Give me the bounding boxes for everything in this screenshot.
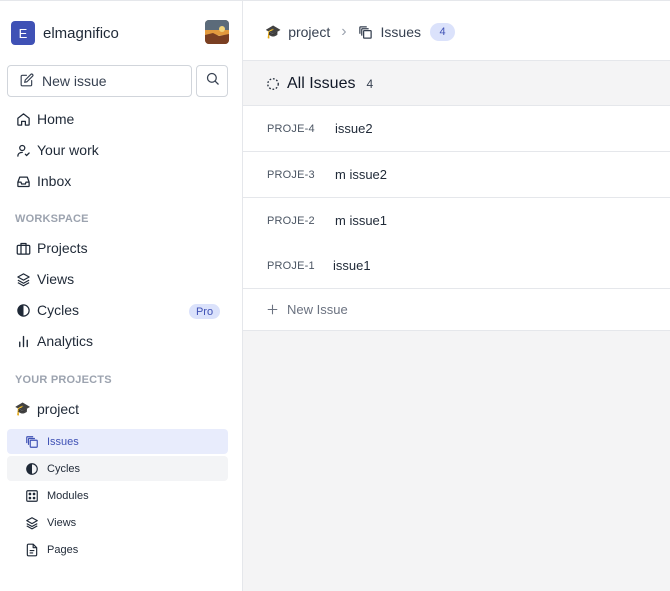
breadcrumb: 🎓 project › Issues 4 <box>265 23 456 41</box>
table-row[interactable]: PROJE-4 issue2 <box>243 106 670 152</box>
nav-projects[interactable]: Projects <box>8 235 228 261</box>
projects-section-label: YOUR PROJECTS <box>15 374 112 386</box>
add-issue-label: New Issue <box>287 302 348 317</box>
nav-your-work-label: Your work <box>37 142 99 158</box>
nav-home-label: Home <box>37 111 75 127</box>
home-icon <box>15 111 31 127</box>
workspace-switcher[interactable]: E elmagnifico <box>11 20 229 46</box>
issue-list-count: 4 <box>366 76 374 91</box>
issue-title: issue2 <box>335 121 373 136</box>
briefcase-icon <box>15 240 31 256</box>
project-name: project <box>37 401 80 417</box>
project-cycles-link[interactable]: Cycles <box>7 456 228 481</box>
table-row[interactable]: PROJE-1 issue1 <box>243 243 670 289</box>
layers-icon <box>25 516 39 530</box>
contrast-icon <box>15 302 31 318</box>
search-button[interactable] <box>196 65 228 97</box>
top-header: 🎓 project › Issues 4 <box>243 1 670 61</box>
nav-inbox-label: Inbox <box>37 173 72 189</box>
plus-icon <box>266 303 279 316</box>
issue-id: PROJE-4 <box>267 122 315 135</box>
issue-title: m issue2 <box>335 167 388 182</box>
project-views-label: Views <box>47 516 77 529</box>
project-pages-label: Pages <box>47 543 79 556</box>
table-row[interactable]: PROJE-2 m issue1 <box>243 198 670 244</box>
nav-analytics[interactable]: Analytics <box>8 328 228 354</box>
nav-inbox[interactable]: Inbox <box>8 168 228 194</box>
breadcrumb-separator: › <box>341 23 347 40</box>
file-text-icon <box>25 543 39 557</box>
bar-chart-icon <box>15 333 31 349</box>
project-pages-link[interactable]: Pages <box>7 537 228 562</box>
new-issue-label: New issue <box>42 73 107 89</box>
grid-icon <box>25 489 39 503</box>
main-content: 🎓 project › Issues 4 All Issues 4 PROJE-… <box>243 1 670 591</box>
issue-title: m issue1 <box>335 213 388 228</box>
issue-id: PROJE-3 <box>267 168 315 181</box>
layers-icon <box>15 271 31 287</box>
nav-projects-label: Projects <box>37 240 88 256</box>
issue-title: issue1 <box>333 258 371 273</box>
project-cycles-label: Cycles <box>47 462 81 475</box>
project-views-link[interactable]: Views <box>7 510 228 535</box>
user-icon <box>15 142 31 158</box>
breadcrumb-project-emoji: 🎓 <box>265 24 282 39</box>
breadcrumb-current[interactable]: Issues <box>381 24 421 40</box>
dashed-circle-icon <box>266 77 280 91</box>
user-avatar[interactable] <box>205 20 229 44</box>
nav-cycles-label: Cycles <box>37 302 80 318</box>
nav-views-label: Views <box>37 271 75 287</box>
table-row[interactable]: PROJE-3 m issue2 <box>243 152 670 198</box>
app-window: E elmagnifico New issue Home Your work I… <box>0 0 670 591</box>
contrast-icon <box>25 462 39 476</box>
search-icon <box>205 71 220 91</box>
nav-analytics-label: Analytics <box>37 333 94 349</box>
project-modules-label: Modules <box>47 489 89 502</box>
inbox-icon <box>15 173 31 189</box>
issue-id: PROJE-1 <box>267 259 315 272</box>
project-modules-link[interactable]: Modules <box>7 483 228 508</box>
issue-list-title: All Issues <box>287 74 356 92</box>
nav-home[interactable]: Home <box>8 106 228 132</box>
pro-badge: Pro <box>189 304 220 319</box>
workspace-name: elmagnifico <box>43 24 119 42</box>
project-issues-label: Issues <box>47 435 79 448</box>
project-item[interactable]: 🎓 project <box>8 396 228 422</box>
add-issue-button[interactable]: New Issue <box>243 289 670 331</box>
layers-stack-icon <box>358 25 373 40</box>
issue-list-header: All Issues 4 <box>243 62 670 106</box>
project-emoji: 🎓 <box>14 401 32 416</box>
edit-icon <box>20 73 34 90</box>
nav-your-work[interactable]: Your work <box>8 137 228 163</box>
new-issue-button[interactable]: New issue <box>7 65 192 97</box>
workspace-logo: E <box>11 21 35 45</box>
breadcrumb-issue-count: 4 <box>430 23 456 41</box>
sidebar: E elmagnifico New issue Home Your work I… <box>0 1 242 591</box>
workspace-section-label: WORKSPACE <box>15 213 89 225</box>
issue-id: PROJE-2 <box>267 214 315 227</box>
breadcrumb-project[interactable]: project <box>288 24 330 40</box>
project-issues-link[interactable]: Issues <box>7 429 228 454</box>
layers-stack-icon <box>25 435 39 449</box>
nav-views[interactable]: Views <box>8 266 228 292</box>
